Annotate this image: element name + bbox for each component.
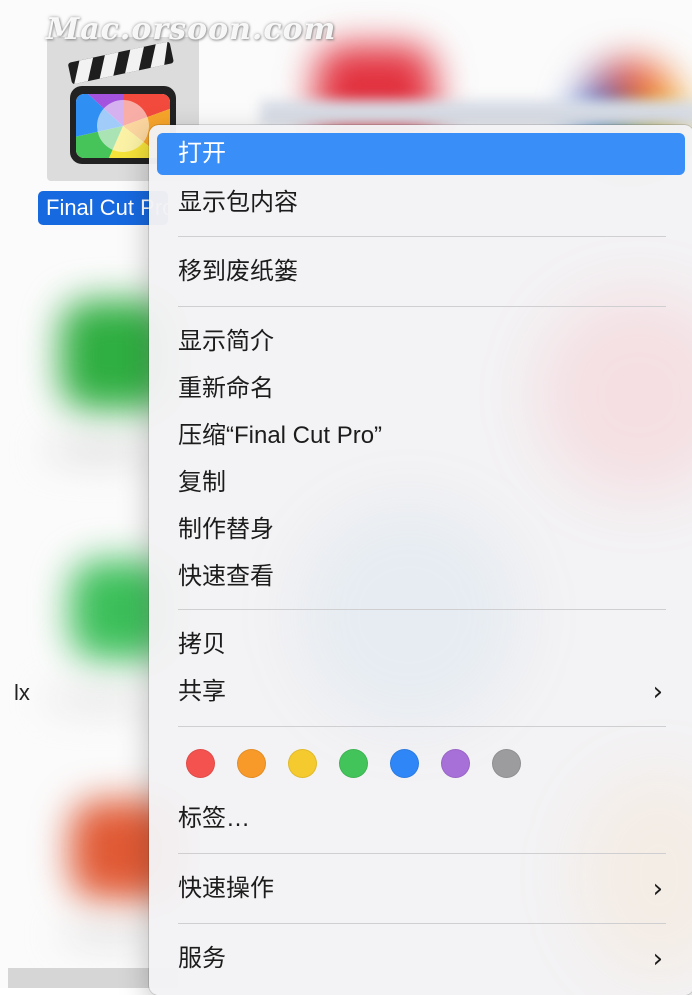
menu-item-open[interactable]: 打开	[157, 133, 685, 175]
tag-blue-dot[interactable]	[390, 749, 419, 778]
menu-separator	[178, 306, 666, 307]
menu-item-quick-actions[interactable]: 快速操作 ›	[157, 868, 685, 910]
menu-item-label: 拷贝	[178, 631, 226, 658]
menu-item-duplicate[interactable]: 复制	[157, 462, 685, 504]
menu-item-rename[interactable]: 重新命名	[157, 368, 685, 410]
menu-item-label: 复制	[178, 469, 226, 496]
menu-item-tags[interactable]: 标签…	[157, 798, 685, 840]
blurred-bar-top	[260, 100, 692, 126]
menu-item-label: 重新命名	[178, 375, 274, 402]
blurred-label-2	[45, 690, 155, 708]
menu-item-share[interactable]: 共享 ›	[157, 671, 685, 713]
tag-red-dot[interactable]	[186, 749, 215, 778]
chevron-right-icon: ›	[652, 874, 663, 904]
blurred-label-3	[60, 925, 160, 943]
menu-separator	[178, 726, 666, 727]
menu-separator	[178, 853, 666, 854]
menu-item-label: 共享	[178, 678, 226, 705]
menu-item-label: 快速操作	[178, 875, 274, 902]
menu-item-label: 服务	[178, 945, 226, 972]
menu-item-label: 制作替身	[178, 516, 274, 543]
watermark-text: Mac.orsoon.com	[46, 12, 337, 47]
menu-separator	[178, 923, 666, 924]
menu-item-label: 标签…	[178, 805, 250, 832]
menu-separator	[178, 609, 666, 610]
menu-item-quick-look[interactable]: 快速查看	[157, 556, 685, 598]
blurred-label-1	[45, 440, 155, 460]
menu-item-copy[interactable]: 拷贝	[157, 624, 685, 666]
chevron-right-icon: ›	[652, 677, 663, 707]
tag-purple-dot[interactable]	[441, 749, 470, 778]
tag-gray-dot[interactable]	[492, 749, 521, 778]
partial-file-label: lx	[14, 680, 30, 705]
menu-item-label: 压缩“Final Cut Pro”	[178, 422, 383, 449]
menu-item-compress[interactable]: 压缩“Final Cut Pro”	[157, 415, 685, 457]
menu-item-label: 打开	[178, 140, 226, 167]
menu-item-make-alias[interactable]: 制作替身	[157, 509, 685, 551]
tag-orange-dot[interactable]	[237, 749, 266, 778]
menu-item-move-to-trash[interactable]: 移到废纸篓	[157, 251, 685, 293]
menu-item-show-package-contents[interactable]: 显示包内容	[157, 182, 685, 224]
tag-yellow-dot[interactable]	[288, 749, 317, 778]
tag-green-dot[interactable]	[339, 749, 368, 778]
menu-item-label: 显示包内容	[178, 189, 298, 216]
menu-separator	[178, 236, 666, 237]
menu-item-get-info[interactable]: 显示简介	[157, 321, 685, 363]
menu-item-services[interactable]: 服务 ›	[157, 938, 685, 980]
context-menu: 打开 显示包内容 移到废纸篓 显示简介 重新命名 压缩“Final Cut Pr…	[149, 125, 692, 995]
chevron-right-icon: ›	[652, 944, 663, 974]
menu-item-label: 快速查看	[178, 563, 274, 590]
menu-item-label: 移到废纸篓	[178, 258, 298, 285]
menu-item-label: 显示简介	[178, 328, 274, 355]
